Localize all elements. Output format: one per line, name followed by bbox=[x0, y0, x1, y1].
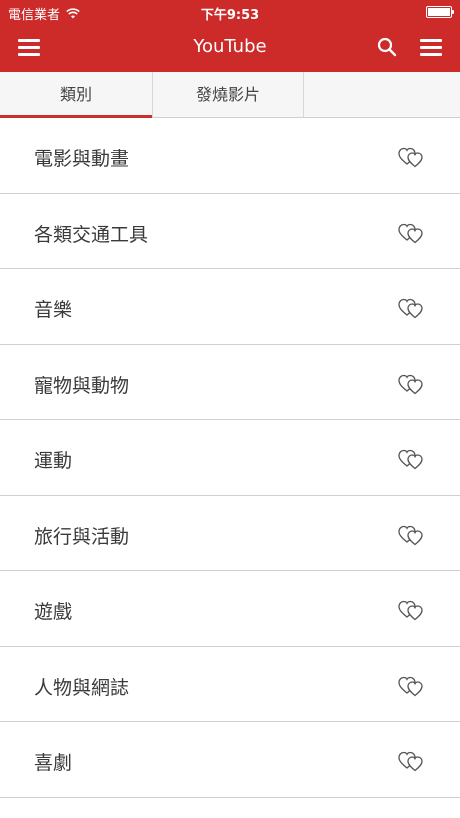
status-bar: 電信業者 下午9:53 bbox=[0, 0, 460, 24]
list-item[interactable]: 運動 bbox=[0, 420, 460, 496]
list-item[interactable]: 電影與動畫 bbox=[0, 118, 460, 194]
list-item[interactable]: 各類交通工具 bbox=[0, 194, 460, 269]
category-label: 電影與動畫 bbox=[34, 148, 130, 170]
tab-bar: 類別 發燒影片 bbox=[0, 72, 460, 118]
options-menu-icon[interactable] bbox=[420, 38, 442, 56]
double-heart-outline-icon[interactable] bbox=[398, 675, 426, 697]
double-heart-outline-icon[interactable] bbox=[398, 373, 426, 395]
double-heart-outline-icon[interactable] bbox=[398, 222, 426, 244]
tab-trending-videos[interactable]: 發燒影片 bbox=[152, 72, 304, 117]
category-label: 喜劇 bbox=[34, 752, 73, 774]
list-item[interactable]: 遊戲 bbox=[0, 571, 460, 647]
category-label: 遊戲 bbox=[34, 601, 73, 623]
double-heart-outline-icon[interactable] bbox=[398, 750, 426, 772]
list-item[interactable]: 旅行與活動 bbox=[0, 496, 460, 571]
list-item[interactable]: 音樂 bbox=[0, 269, 460, 345]
category-label: 旅行與活動 bbox=[34, 525, 130, 548]
status-time: 下午9:53 bbox=[200, 8, 260, 23]
tab-categories[interactable]: 類別 bbox=[0, 72, 152, 117]
category-label: 音樂 bbox=[34, 299, 73, 321]
navigation-bar: YouTube bbox=[0, 24, 460, 72]
list-item[interactable]: 人物與網誌 bbox=[0, 647, 460, 722]
double-heart-outline-icon[interactable] bbox=[398, 448, 426, 470]
category-list: 電影與動畫 各類交通工具 音樂 寵物與動物 運動 旅行與活動 遊戲 人物與網誌 … bbox=[0, 118, 460, 798]
category-label: 運動 bbox=[34, 450, 73, 472]
double-heart-outline-icon[interactable] bbox=[398, 297, 426, 319]
category-label: 寵物與動物 bbox=[34, 374, 130, 397]
list-item[interactable]: 寵物與動物 bbox=[0, 345, 460, 420]
search-icon[interactable] bbox=[377, 37, 397, 57]
list-item[interactable]: 喜劇 bbox=[0, 722, 460, 798]
double-heart-outline-icon[interactable] bbox=[398, 146, 426, 168]
double-heart-outline-icon[interactable] bbox=[398, 599, 426, 621]
category-label: 人物與網誌 bbox=[34, 676, 130, 699]
category-label: 各類交通工具 bbox=[34, 223, 149, 246]
battery-icon bbox=[426, 6, 454, 18]
double-heart-outline-icon[interactable] bbox=[398, 524, 426, 546]
app-header: 電信業者 下午9:53 YouTube bbox=[0, 0, 460, 72]
